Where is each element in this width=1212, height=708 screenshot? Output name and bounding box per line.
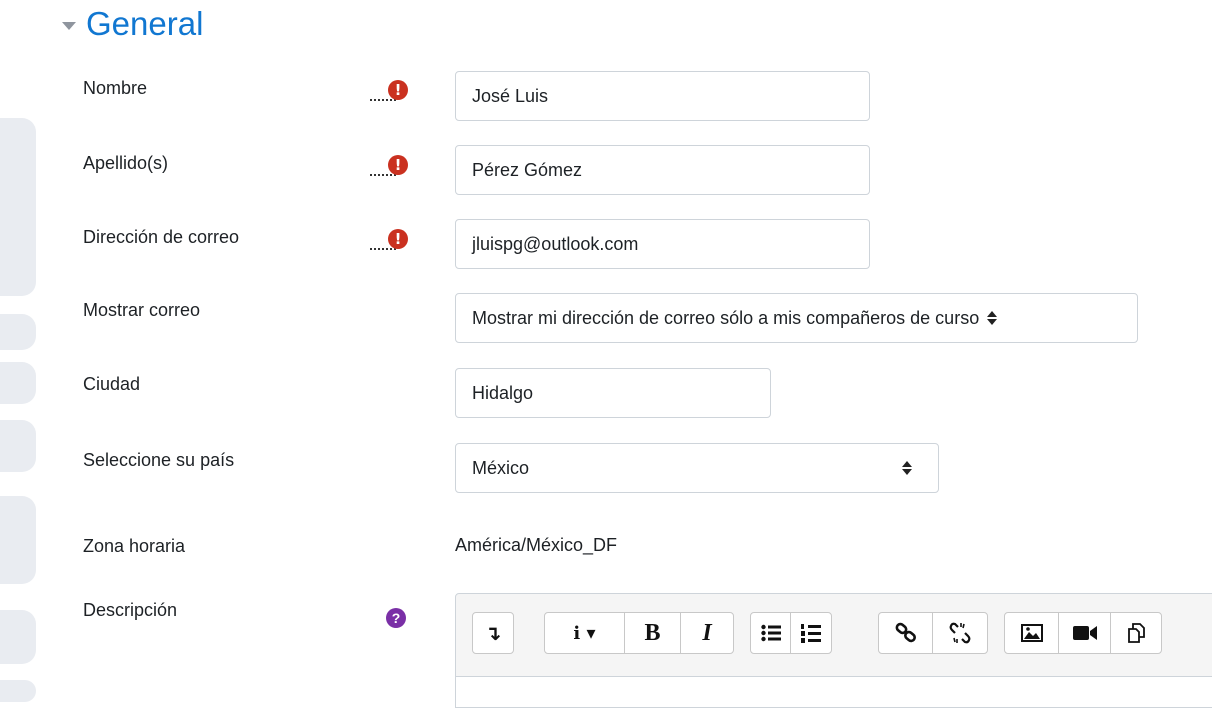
link-icon (895, 622, 916, 643)
info-icon: i ▾ (573, 622, 596, 644)
field-label: Descripción (83, 600, 178, 620)
pais-select[interactable]: México (455, 443, 939, 493)
field-label: Dirección de correo (83, 227, 240, 247)
input-value: José Luis (472, 85, 549, 106)
editor-content-area[interactable] (456, 676, 1212, 707)
select-value: México (472, 457, 530, 478)
field-label: Apellido(s) (83, 153, 169, 173)
section-general-toggle[interactable]: General (62, 4, 203, 44)
unlink-icon (949, 622, 971, 644)
insert-image-button[interactable] (1005, 613, 1059, 653)
sidebar-remnant (0, 314, 36, 350)
field-label: Ciudad (83, 374, 141, 394)
required-indicator[interactable]: ! (370, 80, 410, 104)
ordered-list-button[interactable] (791, 613, 831, 653)
sidebar-remnant (0, 420, 36, 472)
input-value: Hidalgo (472, 382, 534, 403)
dotted-underline (370, 99, 396, 101)
sort-arrows-icon (902, 461, 912, 475)
sort-arrows-icon (987, 311, 998, 325)
question-circle-icon[interactable]: ? (386, 608, 406, 628)
mostrar-correo-select[interactable]: Mostrar mi dirección de correo sólo a mi… (455, 293, 1138, 343)
section-title: General (86, 5, 204, 42)
sidebar-remnant (0, 118, 36, 296)
required-indicator[interactable]: ! (370, 229, 410, 253)
ciudad-input[interactable]: Hidalgo (455, 368, 771, 418)
files-icon (1128, 623, 1145, 643)
field-label: Seleccione su país (83, 450, 235, 470)
field-label: Nombre (83, 78, 148, 98)
toolbar-group (878, 612, 988, 654)
toolbar-group (750, 612, 832, 654)
zona-horaria-value: América/México_DF (455, 535, 618, 555)
sidebar-remnant (0, 610, 36, 664)
show-more-icon: ↴ (484, 622, 502, 645)
insert-media-button[interactable] (1059, 613, 1111, 653)
required-indicator[interactable]: ! (370, 155, 410, 179)
exclamation-circle-icon: ! (388, 80, 408, 100)
input-value: Pérez Gómez (472, 159, 583, 180)
bold-icon: B (644, 619, 661, 646)
create-link-button[interactable] (879, 613, 933, 653)
exclamation-circle-icon: ! (388, 155, 408, 175)
select-value: Mostrar mi dirección de correo sólo a mi… (472, 307, 980, 328)
toolbar-group (1004, 612, 1162, 654)
exclamation-circle-icon: ! (388, 229, 408, 249)
italic-icon: I (702, 619, 712, 646)
italic-button[interactable]: I (681, 613, 733, 653)
toolbar-group: ↴ (472, 612, 514, 654)
apellido-input[interactable]: Pérez Gómez (455, 145, 870, 195)
email-input[interactable]: jluispg@outlook.com (455, 219, 870, 269)
toolbar-group: i ▾ B I (544, 612, 734, 654)
nombre-input[interactable]: José Luis (455, 71, 870, 121)
image-icon (1020, 624, 1043, 642)
dotted-underline (370, 174, 396, 176)
show-more-buttons-button[interactable]: ↴ (473, 613, 513, 653)
dotted-underline (370, 248, 396, 250)
manage-files-button[interactable] (1111, 613, 1161, 653)
paragraph-styles-button[interactable]: i ▾ (545, 613, 625, 653)
field-label: Mostrar correo (83, 300, 201, 320)
sidebar-remnant (0, 362, 36, 404)
sidebar-remnant (0, 496, 36, 584)
unordered-list-button[interactable] (751, 613, 791, 653)
sidebar-remnant (0, 680, 36, 702)
field-label: Zona horaria (83, 536, 186, 556)
caret-down-icon (62, 22, 76, 30)
description-editor: ↴ i ▾ B I (455, 593, 1212, 708)
video-camera-icon (1072, 626, 1097, 640)
bold-button[interactable]: B (625, 613, 681, 653)
unlink-button[interactable] (933, 613, 987, 653)
list-ol-icon (801, 624, 821, 643)
list-ul-icon (760, 624, 781, 642)
input-value: jluispg@outlook.com (472, 233, 639, 254)
